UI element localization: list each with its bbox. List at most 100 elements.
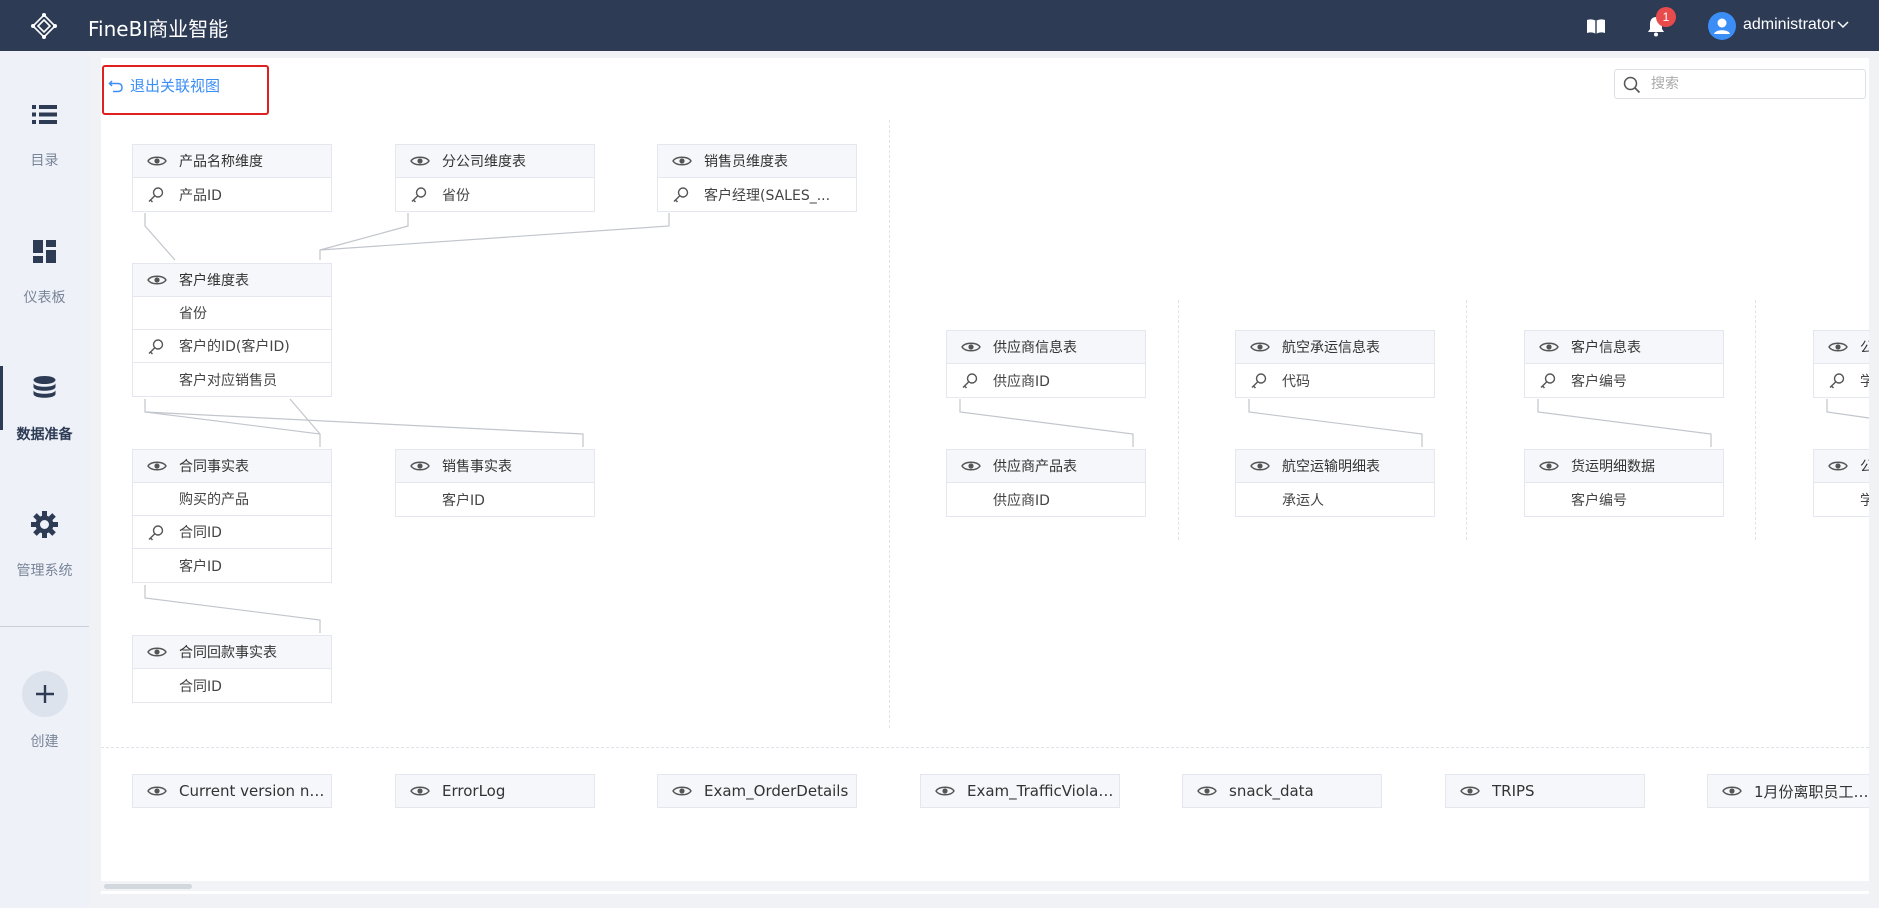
eye-icon[interactable] [961,340,981,354]
key-icon [148,187,164,203]
table-field[interactable]: 客户对应销售员 [133,363,331,396]
table-card-sales-fact[interactable]: 销售事实表 客户ID [395,449,595,517]
eye-icon[interactable] [147,154,167,168]
sidebar-item-data-prep[interactable]: 数据准备 [0,366,89,484]
unrelated-table-chip[interactable]: 1月份离职员工明细 [1707,774,1869,808]
table-field[interactable]: 客户编号 [1525,364,1723,397]
unrelated-table-chip[interactable]: Exam_TrafficViolati... [920,774,1120,808]
username[interactable]: administrator [1743,16,1835,34]
eye-icon[interactable] [1828,340,1848,354]
horizontal-scrollbar[interactable] [101,881,1869,891]
table-field[interactable]: 省份 [133,297,331,330]
unrelated-table-chip[interactable]: TRIPS [1445,774,1645,808]
table-card-header[interactable]: 供应商产品表 [947,450,1145,483]
unrelated-table-chip[interactable]: Current version nu... [132,774,332,808]
table-card-header[interactable]: 合同回款事实表 [133,636,331,669]
exit-relation-view-link[interactable]: 退出关联视图 [108,75,220,96]
table-card-airline-carrier[interactable]: 航空承运信息表 代码 [1235,330,1435,398]
table-card-supplier-info[interactable]: 供应商信息表 供应商ID [946,330,1146,398]
avatar[interactable] [1708,12,1736,40]
eye-icon[interactable] [1197,784,1217,798]
eye-icon[interactable] [410,154,430,168]
table-card-header[interactable]: 客户维度表 [133,264,331,297]
table-card-header[interactable]: 货运明细数据 [1525,450,1723,483]
table-card-header[interactable]: 产品名称维度 [133,145,331,178]
table-card-customer-info[interactable]: 客户信息表 客户编号 [1524,330,1724,398]
table-card-header[interactable]: 分公司维度表 [396,145,594,178]
table-field[interactable]: 客户ID [396,483,594,516]
table-card-header[interactable]: 客户信息表 [1525,331,1723,364]
table-field[interactable]: 学 [1814,483,1869,516]
table-card-customer-dim[interactable]: 客户维度表 省份 客户的ID(客户ID) 客户对应销售员 [132,263,332,397]
table-field[interactable]: 客户编号 [1525,483,1723,516]
table-card-header[interactable]: 航空运输明细表 [1236,450,1434,483]
eye-icon[interactable] [1722,784,1742,798]
eye-icon[interactable] [935,784,955,798]
table-card-product-dim[interactable]: 产品名称维度 产品ID [132,144,332,212]
field-name: 客户编号 [1571,492,1627,509]
table-card-header[interactable]: 航空承运信息表 [1236,331,1434,364]
table-card-air-transport-detail[interactable]: 航空运输明细表 承运人 [1235,449,1435,517]
eye-icon[interactable] [672,784,692,798]
field-name: 产品ID [179,187,222,204]
eye-icon[interactable] [147,784,167,798]
table-field[interactable]: 省份 [396,178,594,211]
table-card-supplier-product[interactable]: 供应商产品表 供应商ID [946,449,1146,517]
eye-icon[interactable] [961,459,981,473]
eye-icon[interactable] [1250,459,1270,473]
table-field[interactable]: 供应商ID [947,483,1145,516]
table-card-partial[interactable]: 公 学 [1813,449,1869,517]
table-card-header[interactable]: 销售员维度表 [658,145,856,178]
table-field[interactable]: 客户的ID(客户ID) [133,330,331,363]
table-name: 航空承运信息表 [1282,340,1380,356]
eye-icon[interactable] [1250,340,1270,354]
table-card-header[interactable]: 公 [1814,331,1869,364]
eye-icon[interactable] [1828,459,1848,473]
sidebar-item-dashboard[interactable]: 仪表板 [0,237,89,347]
table-card-sales-dim[interactable]: 销售员维度表 客户经理(SALES_... [657,144,857,212]
sidebar-item-admin[interactable]: 管理系统 [0,510,89,620]
table-field[interactable]: 学 [1814,364,1869,397]
eye-icon[interactable] [147,273,167,287]
table-card-header[interactable]: 供应商信息表 [947,331,1145,364]
table-card-header[interactable]: 销售事实表 [396,450,594,483]
table-card-branch-dim[interactable]: 分公司维度表 省份 [395,144,595,212]
eye-icon[interactable] [1460,784,1480,798]
table-field[interactable]: 产品ID [133,178,331,211]
eye-icon[interactable] [1539,340,1559,354]
eye-icon[interactable] [1539,459,1559,473]
table-card-contract-fact[interactable]: 合同事实表 购买的产品 合同ID 客户ID [132,449,332,583]
list-icon [32,105,57,124]
table-field[interactable]: 供应商ID [947,364,1145,397]
unrelated-table-chip[interactable]: Exam_OrderDetails [657,774,857,808]
eye-icon[interactable] [147,645,167,659]
table-field[interactable]: 承运人 [1236,483,1434,516]
search-input[interactable] [1651,74,1851,94]
table-card-partial[interactable]: 公 学 [1813,330,1869,398]
eye-icon[interactable] [410,784,430,798]
eye-icon[interactable] [410,459,430,473]
table-card-header[interactable]: 公 [1814,450,1869,483]
finebi-logo-icon[interactable] [30,12,58,40]
table-field[interactable]: 合同ID [133,669,331,702]
key-icon [148,525,164,541]
search-box[interactable] [1614,69,1866,99]
table-field[interactable]: 合同ID [133,516,331,549]
table-field[interactable]: 购买的产品 [133,483,331,516]
table-field[interactable]: 代码 [1236,364,1434,397]
table-name: 销售员维度表 [704,154,788,170]
eye-icon[interactable] [672,154,692,168]
create-button[interactable] [22,671,68,717]
table-field[interactable]: 客户经理(SALES_... [658,178,856,211]
unrelated-table-chip[interactable]: snack_data [1182,774,1382,808]
scrollbar-thumb[interactable] [104,884,192,889]
sidebar-item-catalog[interactable]: 目录 [0,100,89,210]
book-icon[interactable] [1584,14,1608,38]
unrelated-table-chip[interactable]: ErrorLog [395,774,595,808]
chevron-down-icon[interactable] [1836,18,1850,32]
table-card-freight-detail[interactable]: 货运明细数据 客户编号 [1524,449,1724,517]
eye-icon[interactable] [147,459,167,473]
table-card-header[interactable]: 合同事实表 [133,450,331,483]
table-card-contract-payment-fact[interactable]: 合同回款事实表 合同ID [132,635,332,703]
table-field[interactable]: 客户ID [133,549,331,582]
